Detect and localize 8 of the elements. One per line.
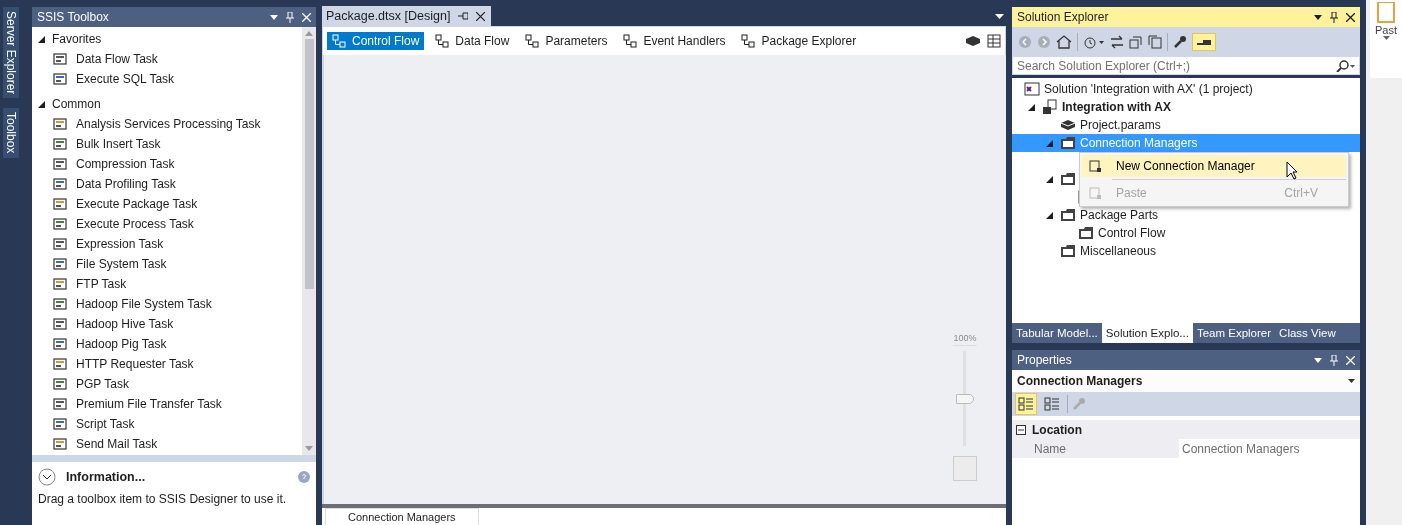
panel-title: SSIS Toolbox [37, 10, 110, 24]
panel-title: Solution Explorer [1017, 10, 1110, 24]
property-name: Name [1033, 440, 1067, 458]
info-title: Information... [66, 470, 147, 484]
panel-title: Properties [1017, 353, 1073, 367]
info-text: Drag a toolbox item to SSIS Designer to use it. [38, 492, 288, 506]
zoom-label: 100% [953, 333, 977, 346]
ribbon-label: Past [1375, 24, 1397, 36]
